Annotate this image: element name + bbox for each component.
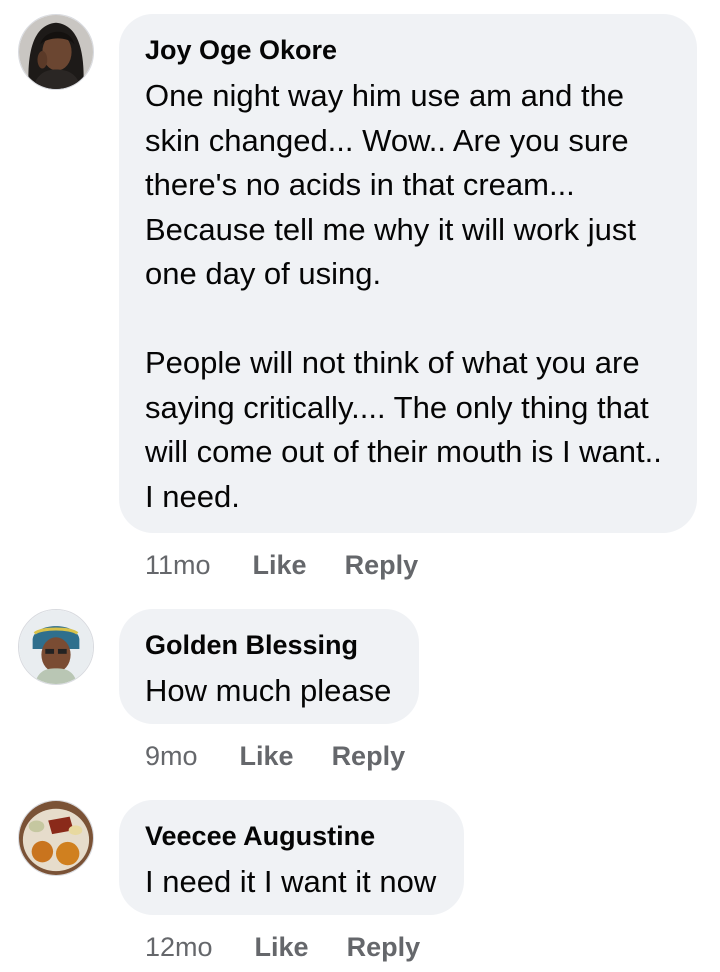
profile-photo-icon <box>19 801 93 875</box>
reply-button[interactable]: Reply <box>345 550 419 581</box>
comment-bubble: Joy Oge Okore One night way him use am a… <box>119 14 697 533</box>
reply-button[interactable]: Reply <box>332 741 406 772</box>
comment-paragraph: How much please <box>145 673 392 708</box>
comment-actions: 9mo Like Reply <box>145 739 443 773</box>
comment-author[interactable]: Veecee Augustine <box>145 820 436 852</box>
like-button[interactable]: Like <box>240 741 294 772</box>
reply-button[interactable]: Reply <box>347 932 421 963</box>
comment-paragraph: I need it I want it now <box>145 864 437 899</box>
avatar[interactable] <box>18 14 94 90</box>
comment-actions: 11mo Like Reply <box>145 548 456 582</box>
profile-photo-icon <box>19 15 93 89</box>
like-button[interactable]: Like <box>253 550 307 581</box>
avatar[interactable] <box>18 609 94 685</box>
comment-timestamp[interactable]: 12mo <box>145 932 213 963</box>
comment-timestamp[interactable]: 9mo <box>145 741 198 772</box>
comment-bubble: Golden Blessing How much please <box>119 609 420 724</box>
comment-timestamp[interactable]: 11mo <box>145 550 211 581</box>
comment-text: One night way him use am and the skin ch… <box>145 74 671 519</box>
comment-author[interactable]: Joy Oge Okore <box>145 34 671 66</box>
like-button[interactable]: Like <box>255 932 309 963</box>
comment-author[interactable]: Golden Blessing <box>145 629 391 661</box>
comment-actions: 12mo Like Reply <box>145 930 458 964</box>
comment-bubble: Veecee Augustine I need it I want it now <box>119 800 465 915</box>
avatar[interactable] <box>18 800 94 876</box>
comment-paragraph: One night way him use am and the skin ch… <box>145 78 636 291</box>
profile-photo-icon <box>19 610 93 684</box>
comment-text: How much please <box>145 669 391 714</box>
comment-paragraph: People will not think of what you are sa… <box>145 345 662 514</box>
comment-text: I need it I want it now <box>145 860 436 905</box>
